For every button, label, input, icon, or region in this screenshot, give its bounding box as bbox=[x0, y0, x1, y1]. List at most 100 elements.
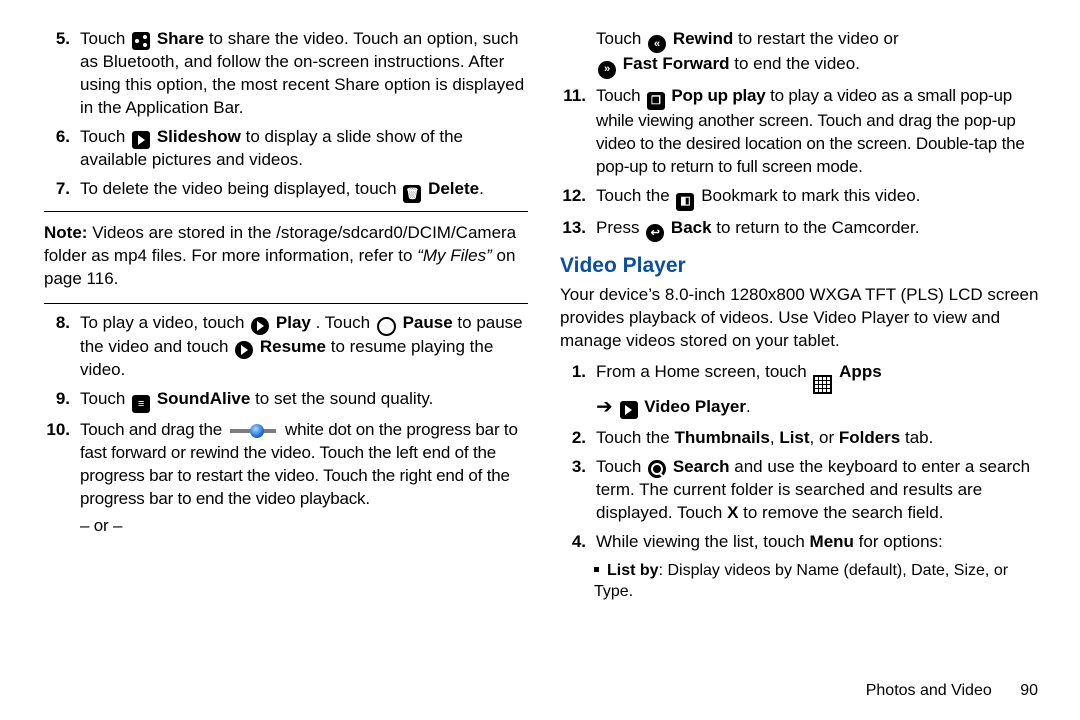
step-6: 6. Touch Slideshow to display a slide sh… bbox=[44, 126, 528, 172]
label: Video Player bbox=[644, 397, 746, 416]
step-number: 9. bbox=[44, 388, 74, 413]
label: Resume bbox=[260, 337, 326, 356]
step-number: 13. bbox=[560, 217, 590, 242]
intro-text: Your device’s 8.0-inch 1280x800 WXGA TFT… bbox=[560, 284, 1044, 353]
slideshow-icon bbox=[132, 131, 150, 149]
pause-icon bbox=[377, 317, 396, 336]
step-number: 8. bbox=[44, 312, 74, 382]
text: Touch bbox=[596, 29, 646, 48]
text: for options: bbox=[859, 532, 943, 551]
step-body: Touch the Thumbnails, List, or Folders t… bbox=[590, 427, 1044, 450]
section-heading: Video Player bbox=[560, 252, 1044, 280]
label: Rewind bbox=[673, 29, 733, 48]
text: Touch bbox=[80, 127, 130, 146]
text: Touch bbox=[80, 29, 130, 48]
label: Menu bbox=[810, 532, 854, 551]
label: Folders bbox=[839, 428, 900, 447]
arrow-icon: ➔ bbox=[596, 396, 613, 418]
step-number: 3. bbox=[560, 456, 590, 525]
step-body: Touch Share to share the video. Touch an… bbox=[74, 28, 528, 120]
ref: “My Files” bbox=[417, 246, 492, 265]
label: Pop up play bbox=[671, 86, 765, 105]
manual-page: 5. Touch Share to share the video. Touch… bbox=[0, 0, 1080, 617]
step-body: Press ↩ Back to return to the Camcorder. bbox=[590, 217, 1044, 242]
step-body: To play a video, touch Play . Touch Paus… bbox=[74, 312, 528, 382]
label: SoundAlive bbox=[157, 389, 251, 408]
right-column: Touch « Rewind to restart the video or »… bbox=[560, 28, 1044, 603]
label: Apps bbox=[839, 362, 882, 381]
text: to return to the Camcorder. bbox=[716, 218, 919, 237]
text: . bbox=[746, 397, 751, 416]
vp-step-2: 2. Touch the Thumbnails, List, or Folder… bbox=[560, 427, 1044, 450]
vp-step-1: 1. From a Home screen, touch Apps ➔ Vide… bbox=[560, 361, 1044, 421]
text: . bbox=[479, 179, 484, 198]
step-number: 5. bbox=[44, 28, 74, 120]
text: to end the video. bbox=[734, 54, 860, 73]
step-number: 4. bbox=[560, 531, 590, 554]
step-number: 1. bbox=[560, 361, 590, 421]
soundalive-icon: ≡ bbox=[132, 395, 150, 413]
step-body: Touch Slideshow to display a slide show … bbox=[74, 126, 528, 172]
step-13: 13. Press ↩ Back to return to the Camcor… bbox=[560, 217, 1044, 242]
footer-section: Photos and Video bbox=[866, 682, 992, 699]
label: Share bbox=[157, 29, 204, 48]
text: to set the sound quality. bbox=[255, 389, 433, 408]
step-number: 6. bbox=[44, 126, 74, 172]
text: Touch bbox=[596, 86, 645, 105]
step-number: 2. bbox=[560, 427, 590, 450]
step-number: 12. bbox=[560, 185, 590, 210]
text: , bbox=[770, 428, 779, 447]
delete-icon: 🗑 bbox=[403, 185, 421, 203]
step-10: 10. Touch and drag the white dot on the … bbox=[44, 419, 528, 538]
label: Delete bbox=[428, 179, 479, 198]
spacer bbox=[560, 28, 590, 79]
vp-step-3: 3. Touch Search and use the keyboard to … bbox=[560, 456, 1044, 525]
step-11: 11. Touch ❐ Pop up play to play a video … bbox=[560, 85, 1044, 179]
or-text: – or – bbox=[80, 515, 528, 538]
step-7: 7. To delete the video being displayed, … bbox=[44, 178, 528, 203]
divider bbox=[44, 303, 528, 304]
divider bbox=[44, 211, 528, 212]
text: Touch the bbox=[596, 186, 674, 205]
step-body: To delete the video being displayed, tou… bbox=[74, 178, 528, 203]
label: Pause bbox=[403, 313, 453, 332]
bookmark-icon: ◧ bbox=[676, 193, 694, 211]
text: Touch the bbox=[596, 428, 674, 447]
left-column: 5. Touch Share to share the video. Touch… bbox=[44, 28, 528, 603]
step-body: Touch and drag the white dot on the prog… bbox=[74, 419, 528, 538]
step-body: Touch ❐ Pop up play to play a video as a… bbox=[590, 85, 1044, 179]
step-body: Touch ≡ SoundAlive to set the sound qual… bbox=[74, 388, 528, 413]
step-5: 5. Touch Share to share the video. Touch… bbox=[44, 28, 528, 120]
label: List by bbox=[607, 562, 659, 579]
apps-icon bbox=[813, 375, 832, 394]
text: tab. bbox=[900, 428, 933, 447]
popup-play-icon: ❐ bbox=[647, 92, 665, 110]
text: to restart the video or bbox=[738, 29, 899, 48]
step-body: From a Home screen, touch Apps ➔ Video P… bbox=[590, 361, 1044, 421]
text: Touch bbox=[80, 389, 130, 408]
text: Touch and drag the bbox=[80, 420, 226, 439]
back-icon: ↩ bbox=[646, 224, 664, 242]
step-9: 9. Touch ≡ SoundAlive to set the sound q… bbox=[44, 388, 528, 413]
step-8: 8. To play a video, touch Play . Touch P… bbox=[44, 312, 528, 382]
label: Play bbox=[276, 313, 311, 332]
video-player-icon bbox=[620, 401, 638, 419]
resume-icon bbox=[235, 341, 253, 359]
label: List bbox=[779, 428, 809, 447]
label: Search bbox=[673, 457, 730, 476]
label: X bbox=[727, 503, 738, 522]
text: to remove the search field. bbox=[743, 503, 943, 522]
step-number: 7. bbox=[44, 178, 74, 203]
step-body: Touch the ◧ Bookmark to mark this video. bbox=[590, 185, 1044, 210]
step-body: While viewing the list, touch Menu for o… bbox=[590, 531, 1044, 554]
share-icon bbox=[132, 32, 150, 50]
text: From a Home screen, touch bbox=[596, 362, 811, 381]
step-body: Touch Search and use the keyboard to ent… bbox=[590, 456, 1044, 525]
text: , or bbox=[810, 428, 839, 447]
page-footer: Photos and Video 90 bbox=[866, 680, 1038, 702]
footer-page: 90 bbox=[1020, 682, 1038, 699]
text: Touch bbox=[596, 457, 646, 476]
text: To play a video, touch bbox=[80, 313, 249, 332]
step-10-cont: Touch « Rewind to restart the video or »… bbox=[560, 28, 1044, 79]
label: Thumbnails bbox=[674, 428, 769, 447]
